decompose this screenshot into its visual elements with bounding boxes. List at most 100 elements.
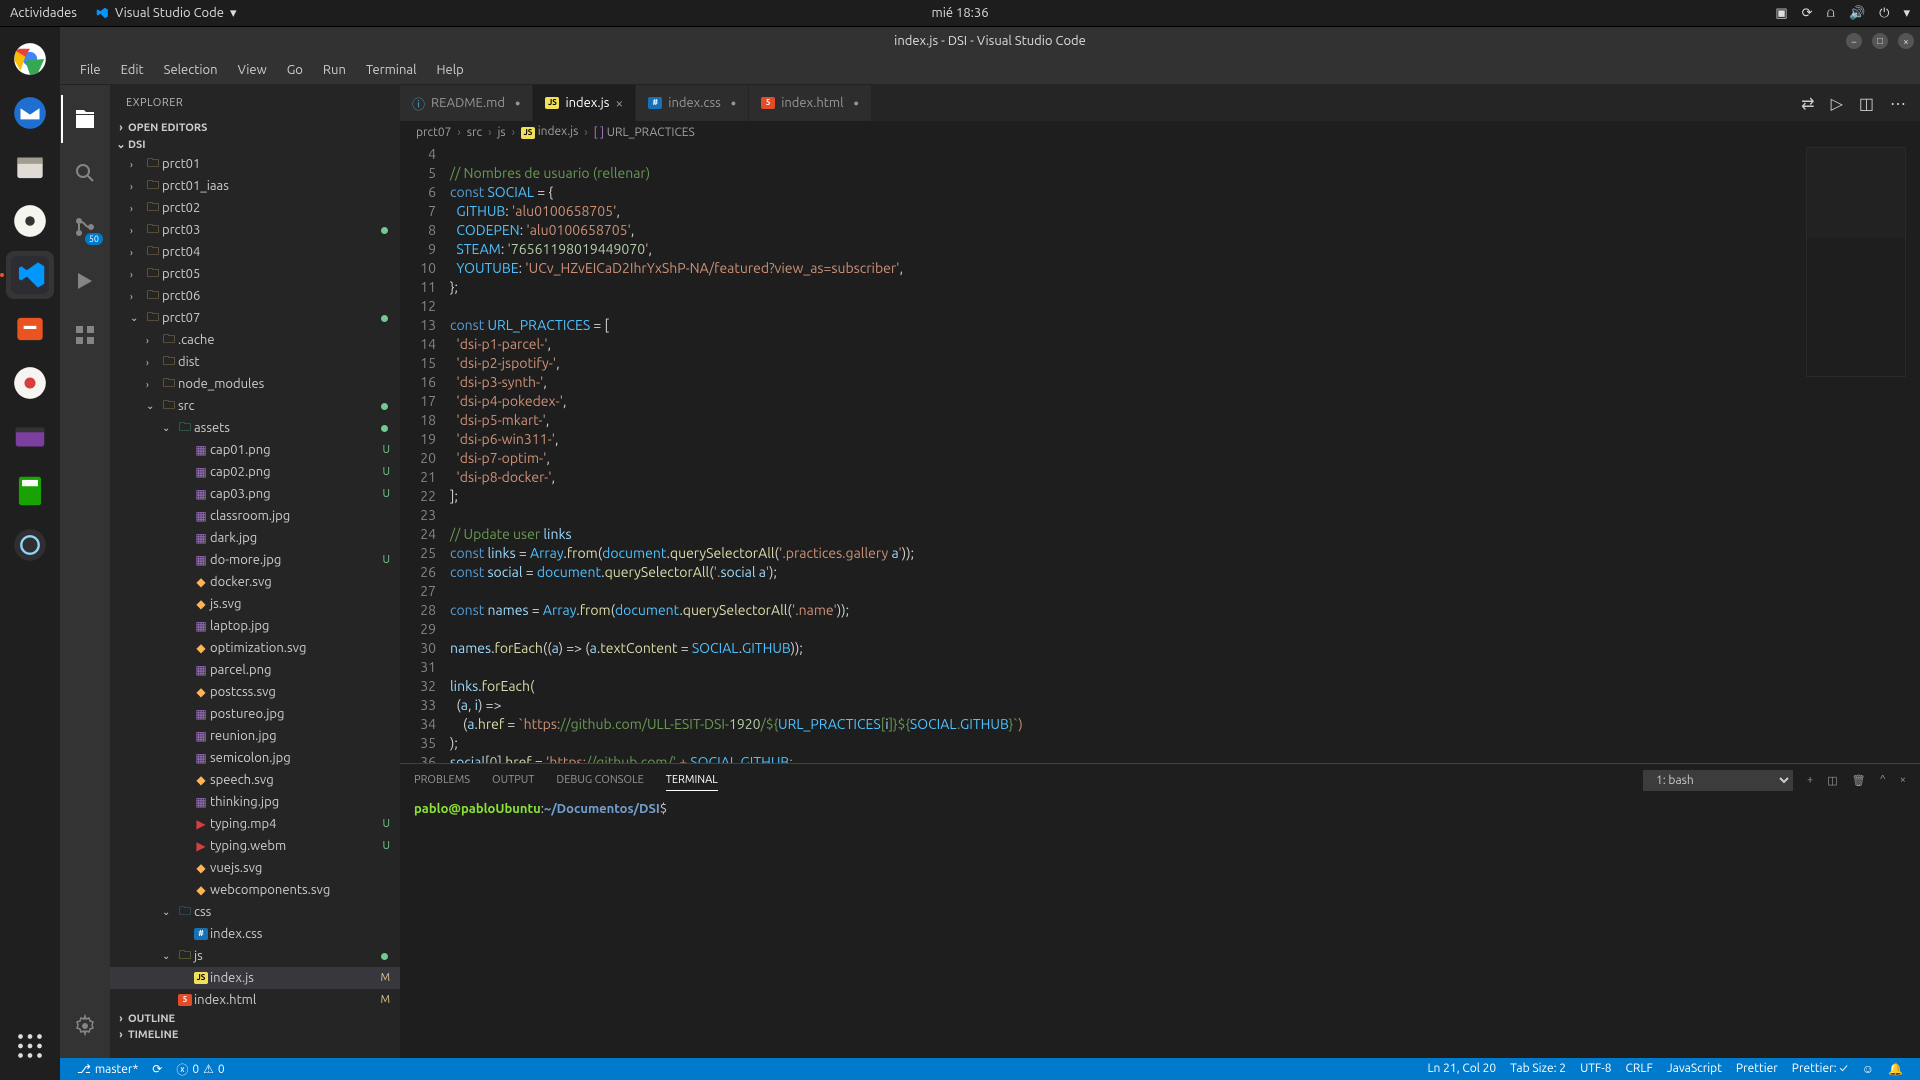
breadcrumb[interactable]: prct07›src›js›JS index.js›[ ] URL_PRACTI… bbox=[400, 121, 1920, 143]
status-indent[interactable]: Tab Size: 2 bbox=[1503, 1062, 1573, 1075]
tree-item[interactable]: ▦cap03.pngU bbox=[110, 483, 400, 505]
tree-item[interactable]: ›🗀prct02 bbox=[110, 197, 400, 219]
dock-calc[interactable] bbox=[6, 467, 54, 515]
app-menu[interactable]: Visual Studio Code ▾ bbox=[95, 6, 237, 21]
tree-item[interactable]: ◆webcomponents.svg bbox=[110, 879, 400, 901]
menu-help[interactable]: Help bbox=[428, 61, 471, 79]
tree-item[interactable]: ▦cap02.pngU bbox=[110, 461, 400, 483]
menu-selection[interactable]: Selection bbox=[156, 61, 226, 79]
menu-view[interactable]: View bbox=[230, 61, 275, 79]
tree-item[interactable]: ▦classroom.jpg bbox=[110, 505, 400, 527]
tree-item[interactable]: ▦semicolon.jpg bbox=[110, 747, 400, 769]
screencast-icon[interactable]: ▣ bbox=[1775, 6, 1787, 21]
dock-software[interactable] bbox=[6, 305, 54, 353]
menu-terminal[interactable]: Terminal bbox=[358, 61, 425, 79]
minimap[interactable] bbox=[1806, 147, 1906, 377]
panel-tab-output[interactable]: OUTPUT bbox=[492, 770, 534, 790]
status-branch[interactable]: ⎇ master* bbox=[70, 1058, 145, 1080]
workspace-section[interactable]: ⌄DSI bbox=[110, 136, 400, 153]
tree-item[interactable]: ▦reunion.jpg bbox=[110, 725, 400, 747]
tree-item[interactable]: ▦laptop.jpg bbox=[110, 615, 400, 637]
status-eol[interactable]: CRLF bbox=[1619, 1062, 1660, 1075]
scm-view-icon[interactable]: 50 bbox=[61, 203, 109, 251]
dock-apps-grid[interactable] bbox=[6, 1022, 54, 1070]
close-tab-icon[interactable]: × bbox=[615, 95, 623, 111]
tree-item[interactable]: ▦dark.jpg bbox=[110, 527, 400, 549]
dropdown-icon[interactable]: ▾ bbox=[1903, 6, 1910, 21]
tree-item[interactable]: ›🗀prct06 bbox=[110, 285, 400, 307]
status-prettier-check[interactable]: Prettier: ✓ bbox=[1785, 1062, 1855, 1075]
tree-item[interactable]: ›🗀prct01 bbox=[110, 153, 400, 175]
status-feedback-icon[interactable]: ☺ bbox=[1855, 1062, 1881, 1076]
volume-icon[interactable]: 🔊 bbox=[1849, 6, 1865, 21]
tree-item[interactable]: ›🗀prct01_iaas bbox=[110, 175, 400, 197]
dock-obs[interactable] bbox=[6, 521, 54, 569]
menu-file[interactable]: File bbox=[72, 61, 109, 79]
minimize-button[interactable]: − bbox=[1846, 33, 1862, 49]
status-cursor[interactable]: Ln 21, Col 20 bbox=[1420, 1062, 1503, 1075]
close-button[interactable]: × bbox=[1898, 33, 1914, 49]
tree-item[interactable]: JSindex.jsM bbox=[110, 967, 400, 989]
close-panel-icon[interactable]: × bbox=[1900, 774, 1906, 786]
tree-item[interactable]: ⌄🗀assets bbox=[110, 417, 400, 439]
dock-video[interactable] bbox=[6, 413, 54, 461]
tree-item[interactable]: ▦parcel.png bbox=[110, 659, 400, 681]
tree-item[interactable]: ›🗀prct04 bbox=[110, 241, 400, 263]
new-terminal-icon[interactable]: + bbox=[1807, 774, 1813, 786]
panel-tab-debug[interactable]: DEBUG CONSOLE bbox=[556, 770, 643, 790]
tree-item[interactable]: ⌄🗀css bbox=[110, 901, 400, 923]
maximize-panel-icon[interactable]: ^ bbox=[1880, 774, 1886, 786]
wifi-icon[interactable]: ⩍ bbox=[1827, 6, 1835, 21]
tree-item[interactable]: #index.css bbox=[110, 923, 400, 945]
status-encoding[interactable]: UTF-8 bbox=[1573, 1062, 1618, 1075]
panel-tab-terminal[interactable]: TERMINAL bbox=[666, 770, 718, 791]
run-file-icon[interactable]: ▷ bbox=[1831, 94, 1843, 113]
tree-item[interactable]: ›🗀prct03 bbox=[110, 219, 400, 241]
updates-icon[interactable]: ⟳ bbox=[1802, 6, 1813, 21]
tree-item[interactable]: ▦do-more.jpgU bbox=[110, 549, 400, 571]
editor-tab[interactable]: JS index.js× bbox=[533, 85, 636, 121]
split-terminal-icon[interactable]: ◫ bbox=[1827, 774, 1837, 787]
dock-chrome[interactable] bbox=[6, 35, 54, 83]
editor-tab[interactable]: ⓘ README.md bbox=[400, 85, 533, 121]
code-editor[interactable]: 4567891011121314151617181920212223242526… bbox=[400, 143, 1920, 763]
tree-item[interactable]: ⌄🗀prct07 bbox=[110, 307, 400, 329]
outline-section[interactable]: ›OUTLINE bbox=[110, 1011, 400, 1027]
terminal[interactable]: pablo@pabloUbuntu:~/Documentos/DSI$ bbox=[400, 796, 1920, 1058]
power-icon[interactable]: ⏻ bbox=[1879, 6, 1889, 21]
menu-go[interactable]: Go bbox=[279, 61, 311, 79]
run-view-icon[interactable] bbox=[61, 257, 109, 305]
tree-item[interactable]: ▦cap01.pngU bbox=[110, 439, 400, 461]
tree-item[interactable]: ▶typing.webmU bbox=[110, 835, 400, 857]
kill-terminal-icon[interactable]: 🗑 bbox=[1852, 774, 1866, 787]
terminal-selector[interactable]: 1: bash bbox=[1643, 770, 1793, 791]
status-bell-icon[interactable]: 🔔 bbox=[1881, 1062, 1910, 1076]
dock-vscode[interactable] bbox=[6, 251, 54, 299]
tree-item[interactable]: ›🗀dist bbox=[110, 351, 400, 373]
dock-thunderbird[interactable] bbox=[6, 89, 54, 137]
panel-tab-problems[interactable]: PROBLEMS bbox=[414, 770, 470, 790]
explorer-view-icon[interactable] bbox=[61, 95, 109, 143]
tree-item[interactable]: ›🗀.cache bbox=[110, 329, 400, 351]
status-problems[interactable]: ⓧ 0 ⚠ 0 bbox=[169, 1058, 231, 1080]
status-sync[interactable]: ⟳ bbox=[145, 1058, 169, 1080]
status-language[interactable]: JavaScript bbox=[1660, 1062, 1729, 1075]
tree-item[interactable]: ▦postureo.jpg bbox=[110, 703, 400, 725]
tree-item[interactable]: 5index.htmlM bbox=[110, 989, 400, 1011]
maximize-button[interactable]: □ bbox=[1872, 33, 1888, 49]
menu-edit[interactable]: Edit bbox=[113, 61, 152, 79]
dock-help[interactable] bbox=[6, 359, 54, 407]
dock-rhythmbox[interactable] bbox=[6, 197, 54, 245]
settings-gear-icon[interactable] bbox=[61, 1002, 109, 1050]
status-prettier[interactable]: Prettier bbox=[1729, 1062, 1785, 1075]
clock[interactable]: mié 18:36 bbox=[931, 6, 988, 20]
timeline-section[interactable]: ›TIMELINE bbox=[110, 1027, 400, 1043]
compare-changes-icon[interactable]: ⇄ bbox=[1801, 94, 1814, 113]
editor-tab[interactable]: # index.css bbox=[636, 85, 749, 121]
split-editor-icon[interactable]: ◫ bbox=[1859, 94, 1874, 113]
tree-item[interactable]: ◆postcss.svg bbox=[110, 681, 400, 703]
open-editors-section[interactable]: ›OPEN EDITORS bbox=[110, 120, 400, 136]
editor-tab[interactable]: 5 index.html bbox=[749, 85, 872, 121]
dock-files[interactable] bbox=[6, 143, 54, 191]
tree-item[interactable]: ⌄🗀src bbox=[110, 395, 400, 417]
